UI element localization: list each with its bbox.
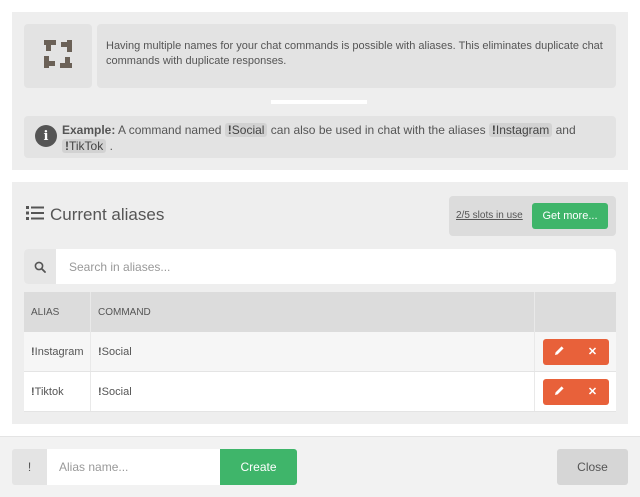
example-text-part: . (106, 139, 113, 153)
example-text-part: and (552, 123, 576, 137)
code-alias: !Instagram (488, 123, 553, 137)
code-alias: !TikTok (62, 139, 107, 153)
alias-cell: ! Tiktok (24, 372, 91, 411)
example-label: Example: (62, 123, 116, 137)
close-button[interactable]: Close (557, 449, 628, 485)
command-name: Social (101, 385, 132, 398)
pencil-icon (554, 385, 565, 399)
delete-button[interactable]: ✕ (576, 379, 609, 405)
get-more-button[interactable]: Get more... (532, 203, 608, 229)
edit-button[interactable] (543, 339, 576, 365)
edit-button[interactable] (543, 379, 576, 405)
alias-name: Tiktok (34, 385, 64, 398)
section-title-text: Current aliases (50, 205, 165, 224)
column-header-actions (535, 292, 616, 332)
section-title: Current aliases (26, 205, 164, 225)
code-command: !Social (224, 123, 268, 137)
command-cell: ! Social (91, 372, 535, 411)
column-header-alias[interactable]: ALIAS (24, 292, 91, 332)
delete-button[interactable]: ✕ (576, 339, 609, 365)
actions-cell: ✕ (535, 372, 616, 411)
list-icon (26, 205, 44, 225)
code-command-name: Social (231, 123, 265, 137)
intro-description: Having multiple names for your chat comm… (97, 24, 616, 88)
table-row: ! Tiktok ! Social ✕ (24, 372, 616, 412)
aliases-table: ALIAS COMMAND ! Instagram ! Social ✕ ! Tikt… (24, 292, 616, 412)
table-row: ! Instagram ! Social ✕ (24, 332, 616, 372)
action-buttons: ✕ (543, 378, 609, 405)
close-icon: ✕ (587, 386, 598, 398)
example-text-part: A command named (115, 123, 225, 137)
intro-icon-box (24, 24, 92, 88)
command-name: Social (101, 345, 132, 358)
alias-name-input[interactable] (47, 449, 220, 485)
code-alias-name: TikTok (69, 139, 104, 153)
command-cell: ! Social (91, 332, 535, 371)
search-input[interactable] (56, 249, 616, 284)
table-header: ALIAS COMMAND (24, 292, 616, 332)
pencil-icon (554, 345, 565, 359)
example-text: Example: A command named !Social can als… (62, 122, 602, 154)
actions-cell: ✕ (535, 332, 616, 371)
code-alias-name: Instagram (495, 123, 550, 137)
column-header-command[interactable]: COMMAND (91, 292, 535, 332)
close-icon: ✕ (587, 346, 598, 358)
alias-prefix: ! (12, 449, 47, 485)
alias-cell: ! Instagram (24, 332, 91, 371)
refresh-arrows-icon (40, 36, 76, 77)
slots-usage-link[interactable]: 2/5 slots in use (456, 210, 523, 221)
alias-name: Instagram (34, 345, 84, 358)
action-buttons: ✕ (543, 338, 609, 365)
search-icon (24, 249, 56, 284)
example-text-part: can also be used in chat with the aliase… (267, 123, 489, 137)
info-icon: i (35, 125, 57, 147)
create-button[interactable]: Create (220, 449, 297, 485)
